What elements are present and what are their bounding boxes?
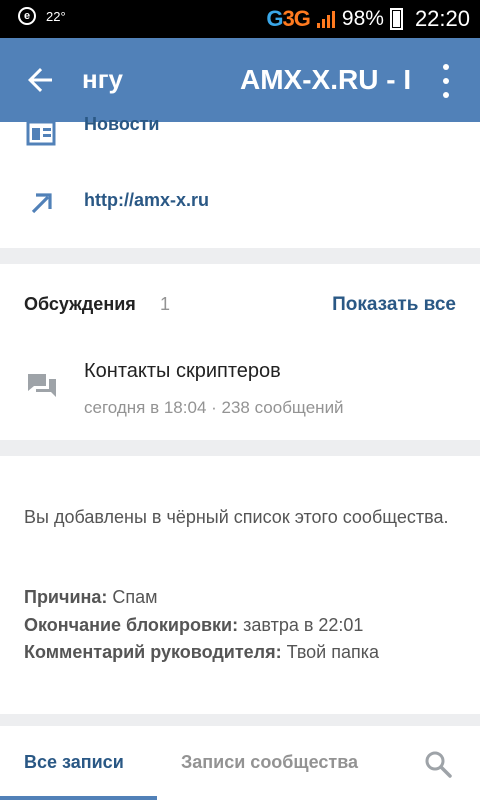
ban-until-label: Окончание блокировки:: [24, 615, 239, 635]
status-right: G3G 98% 22:20: [266, 4, 470, 34]
network-g: G: [266, 6, 283, 31]
discussions-title: Обсуждения: [24, 294, 136, 314]
notification-icon: e: [18, 7, 36, 25]
ban-reason-value: Спам: [112, 587, 158, 607]
discussion-meta: сегодня в 18:04 · 238 сообщений: [84, 398, 344, 417]
app-bar-title: AMX-X.RU - I: [240, 64, 412, 95]
discussions-count: 1: [160, 294, 171, 314]
ban-comment-label: Комментарий руководителя:: [24, 642, 282, 662]
status-bar: e 22° G3G 98% 22:20: [0, 0, 480, 38]
network-indicator: G3G: [266, 6, 311, 32]
news-link[interactable]: Новости: [0, 114, 480, 154]
news-link-label: Новости: [84, 114, 160, 134]
back-arrow-icon[interactable]: [22, 62, 58, 98]
wall-tabs: Все записи Записи сообщества: [0, 726, 480, 800]
ban-until-value: завтра в 22:01: [243, 615, 364, 635]
network-3g: 3G: [282, 6, 311, 31]
clock: 22:20: [414, 6, 470, 31]
news-icon: [26, 120, 56, 146]
ban-notice-card: Вы добавлены в чёрный список этого сообщ…: [0, 456, 480, 714]
battery-icon: [389, 8, 403, 30]
ban-message: Вы добавлены в чёрный список этого сообщ…: [24, 507, 449, 527]
website-link[interactable]: http://amx-x.ru: [0, 186, 480, 226]
active-tab-indicator: [0, 796, 157, 800]
ban-until: Окончание блокировки: завтра в 22:01: [24, 615, 363, 636]
links-card: Новости http://amx-x.ru: [0, 114, 480, 248]
ban-comment-value: Твой папка: [286, 642, 380, 662]
ban-comment: Комментарий руководителя: Твой папка: [24, 642, 379, 663]
tab-all-posts[interactable]: Все записи: [24, 752, 124, 773]
ban-reason: Причина: Спам: [24, 587, 158, 608]
battery-percent: 98%: [341, 7, 384, 30]
website-link-label: http://amx-x.ru: [84, 190, 210, 210]
discussions-card: Обсуждения 1 Показать все Контакты скрип…: [0, 264, 480, 440]
app-bar: нгу AMX-X.RU - I: [0, 38, 480, 122]
search-icon[interactable]: [424, 750, 452, 778]
tab-community-posts[interactable]: Записи сообщества: [181, 752, 358, 773]
ban-reason-label: Причина:: [24, 587, 108, 607]
status-left: e 22°: [18, 7, 66, 25]
app-bar-title-fragment: нгу: [82, 64, 123, 94]
arrow-up-right-icon: [31, 193, 52, 214]
discussion-title[interactable]: Контакты скриптеров: [84, 360, 281, 383]
temperature: 22°: [46, 8, 66, 24]
show-all-button[interactable]: Показать все: [332, 294, 456, 316]
discussion-icon: [28, 374, 56, 397]
more-options-icon[interactable]: [440, 64, 452, 98]
signal-icon: [316, 11, 335, 28]
